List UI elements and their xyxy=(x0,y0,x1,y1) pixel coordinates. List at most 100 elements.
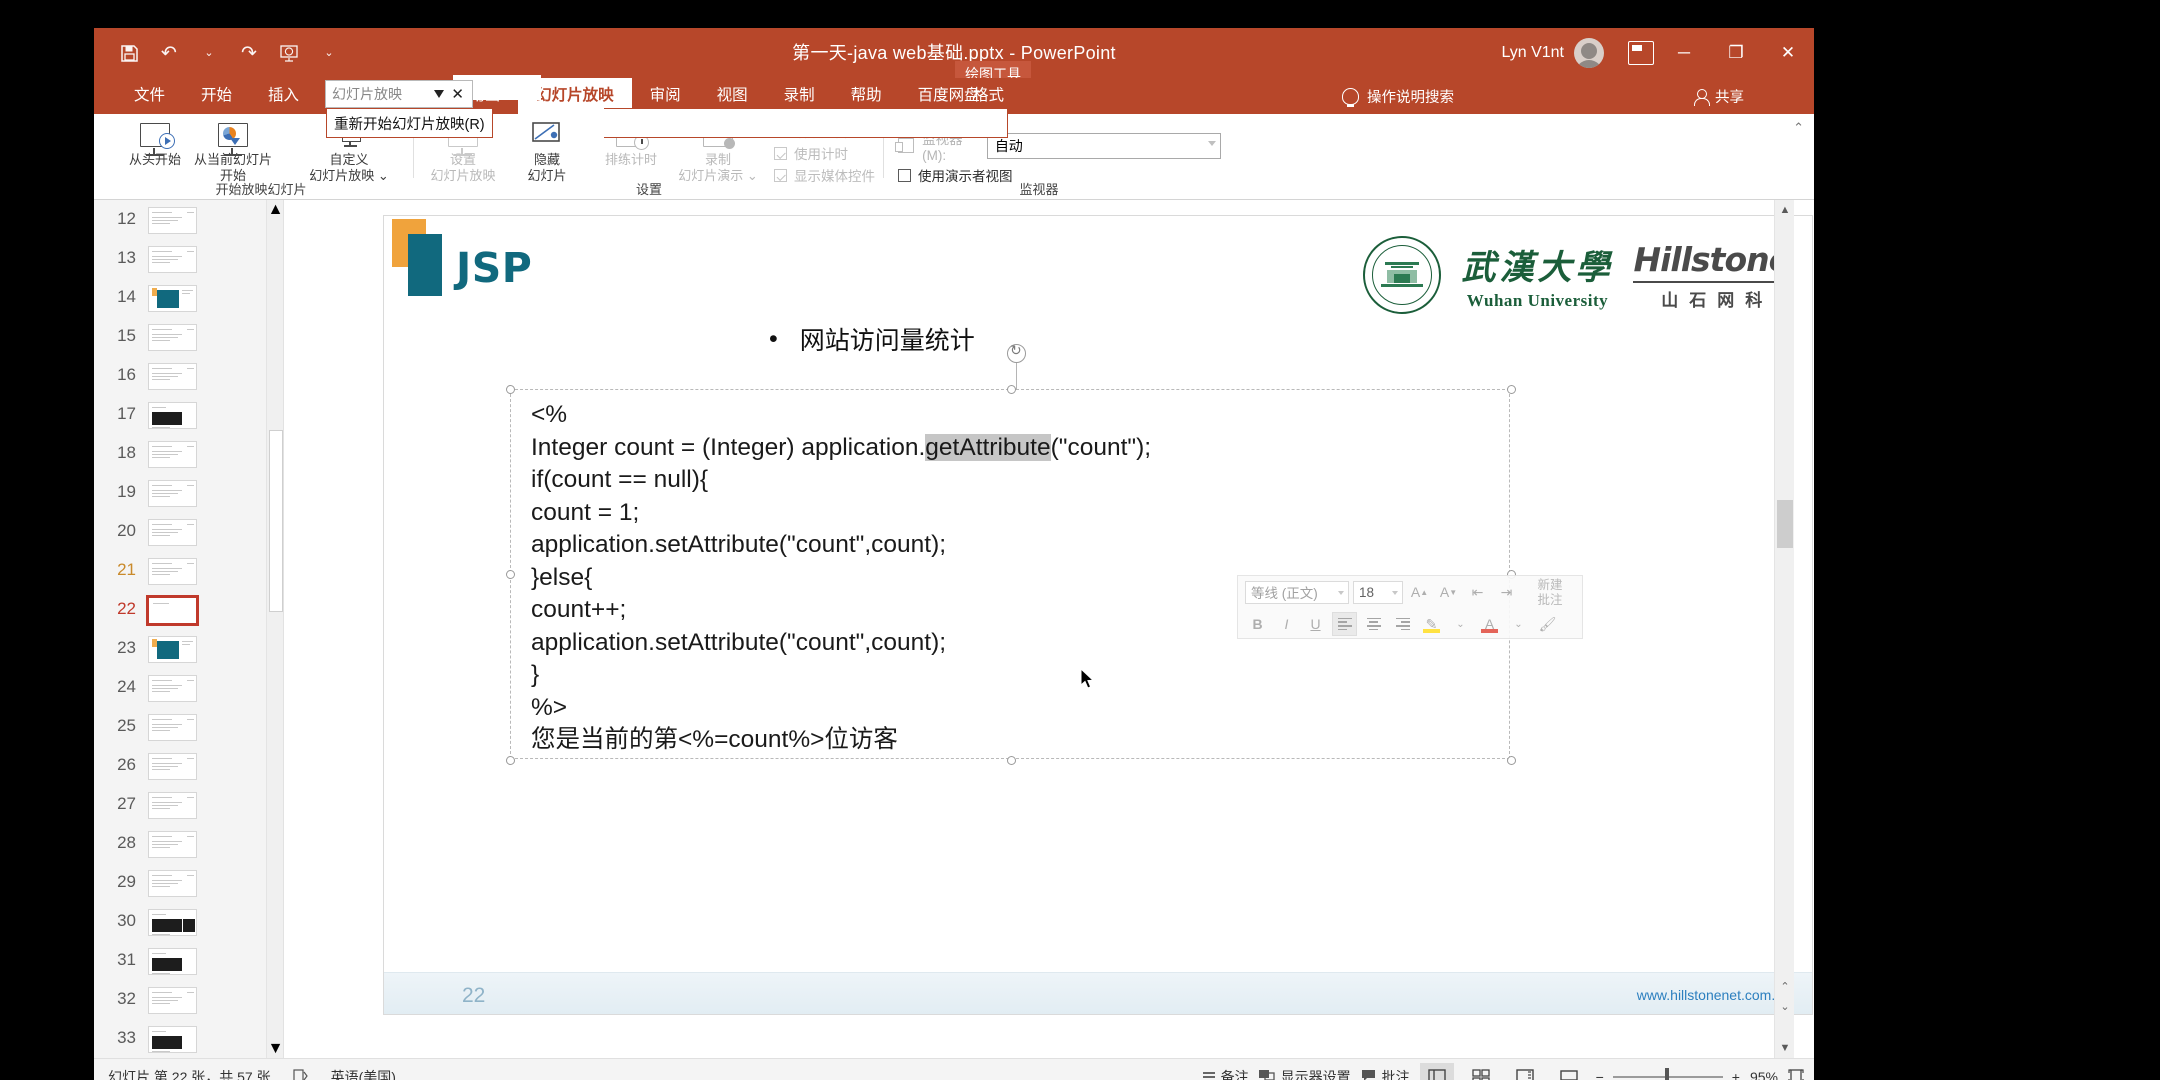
scrollbar-thumb[interactable] xyxy=(1777,500,1793,548)
resize-handle-se[interactable] xyxy=(1507,756,1516,765)
code-selected-text[interactable]: getAttribute xyxy=(925,433,1051,461)
slide-thumbnail-preview[interactable] xyxy=(148,207,197,234)
align-right-icon[interactable] xyxy=(1390,612,1415,636)
highlight-color-icon[interactable]: ✎ xyxy=(1419,612,1444,636)
slide-thumbnail-30[interactable]: 30 xyxy=(94,902,283,941)
slide-thumbnail-preview[interactable] xyxy=(148,909,197,936)
slide-thumbnail-preview[interactable] xyxy=(148,714,197,741)
scroll-up-icon[interactable]: ▲ xyxy=(1775,200,1795,220)
mini-formatting-toolbar[interactable]: 等线 (正文) 18 A ▲ A ▼ ⇤ ⇥ 新建 批注 B I U ✎ ⌄ A… xyxy=(1237,575,1583,639)
next-slide-icon[interactable]: ⌄ xyxy=(1777,996,1793,1016)
slide-thumbnail-24[interactable]: 24 xyxy=(94,668,283,707)
slide-thumbnail-preview[interactable] xyxy=(148,1026,197,1053)
slide-thumbnail-32[interactable]: 32 xyxy=(94,980,283,1019)
language-label[interactable]: 英语(美国) xyxy=(331,1067,396,1080)
slide-thumbnail-31[interactable]: 31 xyxy=(94,941,283,980)
zoom-slider[interactable]: − + xyxy=(1596,1068,1740,1080)
display-settings-button[interactable]: 显示器设置 xyxy=(1258,1067,1351,1080)
slide-thumbnail-preview[interactable] xyxy=(148,987,197,1014)
grow-font-icon[interactable]: A ▲ xyxy=(1407,580,1432,604)
font-name-select[interactable]: 等线 (正文) xyxy=(1245,580,1349,604)
underline-icon[interactable]: U xyxy=(1303,612,1328,636)
slide-thumbnail-panel[interactable]: 12 13 14 15 16 17 18 19 20 21 22 23 24 25 26 27 28 29 30 31… xyxy=(94,200,284,1058)
notes-button[interactable]: 备注 xyxy=(1202,1067,1249,1080)
scrollbar-thumb[interactable] xyxy=(269,430,283,612)
comments-button[interactable]: 批注 xyxy=(1361,1067,1410,1080)
checkbox-use-timings[interactable]: 使用计时 xyxy=(774,142,875,164)
slide-thumbnail-preview[interactable] xyxy=(148,480,197,507)
slide-thumbnail-25[interactable]: 25 xyxy=(94,707,283,746)
bold-icon[interactable]: B xyxy=(1245,612,1270,636)
increase-indent-icon[interactable]: ⇥ xyxy=(1494,580,1519,604)
restore-button[interactable]: ❐ xyxy=(1710,28,1762,78)
ribbon-display-options-icon[interactable] xyxy=(1628,41,1654,65)
slide-thumbnail-preview[interactable] xyxy=(148,636,197,663)
previous-slide-icon[interactable]: ⌃ xyxy=(1777,976,1793,996)
align-left-icon[interactable] xyxy=(1332,612,1357,636)
slide-thumbnail-12[interactable]: 12 xyxy=(94,200,283,239)
tab-file[interactable]: 文件 xyxy=(116,78,183,114)
slide-thumbnail-16[interactable]: 16 xyxy=(94,356,283,395)
scroll-down-icon[interactable]: ▼ xyxy=(267,1039,283,1058)
slide-sorter-icon[interactable] xyxy=(1464,1063,1498,1080)
slide-thumbnail-28[interactable]: 28 xyxy=(94,824,283,863)
collapse-ribbon-icon[interactable]: ⌃ xyxy=(1793,120,1804,136)
font-size-select[interactable]: 18 xyxy=(1353,580,1403,604)
new-comment-button[interactable]: 新建 批注 xyxy=(1522,578,1578,608)
zoom-track[interactable] xyxy=(1612,1068,1723,1080)
scroll-up-icon[interactable]: ▲ xyxy=(267,200,283,219)
user-account[interactable]: Lyn V1nt xyxy=(1501,28,1604,78)
decrease-indent-icon[interactable]: ⇤ xyxy=(1465,580,1490,604)
zoom-handle[interactable] xyxy=(1664,1068,1669,1080)
code-text-placeholder[interactable]: <% Integer count = (Integer) application.… xyxy=(506,342,1516,765)
slide-thumbnail-preview[interactable] xyxy=(148,519,197,546)
slide-thumbnail-preview[interactable] xyxy=(148,792,197,819)
rotate-handle-icon[interactable] xyxy=(1007,342,1026,363)
slide-thumbnail-preview[interactable] xyxy=(148,831,197,858)
slide-thumbnail-preview[interactable] xyxy=(148,402,197,429)
slide-thumbnail-29[interactable]: 29 xyxy=(94,863,283,902)
share-button[interactable]: 共享 xyxy=(1694,78,1744,114)
slide-thumbnail-preview[interactable] xyxy=(146,595,199,626)
chevron-down-icon[interactable] xyxy=(434,90,444,98)
resize-handle-ne[interactable] xyxy=(1507,385,1516,394)
slide-thumbnail-26[interactable]: 26 xyxy=(94,746,283,785)
fit-to-window-icon[interactable] xyxy=(1788,1068,1804,1080)
slide-22[interactable]: JSP 武漢大學 Wuhan University Hillstone 山石网科… xyxy=(383,215,1813,1015)
resize-handle-s[interactable] xyxy=(1007,756,1016,765)
slide-thumbnail-21[interactable]: 21 xyxy=(94,551,283,590)
format-painter-icon[interactable]: 🖌 xyxy=(1535,612,1560,636)
hide-slide-button[interactable]: 隐藏 幻灯片 xyxy=(506,118,588,185)
slide-thumbnail-27[interactable]: 27 xyxy=(94,785,283,824)
slide-thumbnail-preview[interactable] xyxy=(148,363,197,390)
zoom-level[interactable]: 95% xyxy=(1750,1069,1778,1080)
slide-thumbnail-19[interactable]: 19 xyxy=(94,473,283,512)
slide-thumbnail-preview[interactable] xyxy=(148,285,197,312)
tab-home[interactable]: 开始 xyxy=(183,78,250,114)
scroll-down-icon[interactable]: ▼ xyxy=(1775,1038,1795,1058)
minimize-button[interactable]: ─ xyxy=(1658,28,1710,78)
zoom-out-button[interactable]: − xyxy=(1596,1069,1604,1080)
slide-thumbnail-18[interactable]: 18 xyxy=(94,434,283,473)
close-button[interactable]: ✕ xyxy=(1762,28,1814,78)
slide-thumbnail-33[interactable]: 33 xyxy=(94,1019,283,1058)
slide-thumbnail-preview[interactable] xyxy=(148,675,197,702)
slideshow-view-icon[interactable] xyxy=(1552,1063,1586,1080)
thumbnail-scrollbar[interactable]: ▲ ▼ xyxy=(266,200,283,1058)
resize-handle-nw[interactable] xyxy=(506,385,515,394)
slide-thumbnail-preview[interactable] xyxy=(148,324,197,351)
resize-handle-n[interactable] xyxy=(1007,385,1016,394)
slide-vertical-scrollbar[interactable]: ▲ ⌃ ⌄ ▼ xyxy=(1774,200,1794,1058)
start-from-current-button[interactable]: 从当前幻灯片 开始 xyxy=(192,118,274,185)
slide-thumbnail-14[interactable]: 14 xyxy=(94,278,283,317)
spellcheck-icon[interactable] xyxy=(292,1068,309,1080)
monitor-select[interactable]: 自动 xyxy=(986,132,1221,159)
italic-icon[interactable]: I xyxy=(1274,612,1299,636)
slideshow-dropdown[interactable]: 幻灯片放映 ✕ xyxy=(325,80,473,108)
slide-thumbnail-13[interactable]: 13 xyxy=(94,239,283,278)
slide-thumbnail-preview[interactable] xyxy=(148,948,197,975)
align-center-icon[interactable] xyxy=(1361,612,1386,636)
reading-view-icon[interactable] xyxy=(1508,1063,1542,1080)
font-color-icon[interactable]: A xyxy=(1477,612,1502,636)
shrink-font-icon[interactable]: A ▼ xyxy=(1436,580,1461,604)
